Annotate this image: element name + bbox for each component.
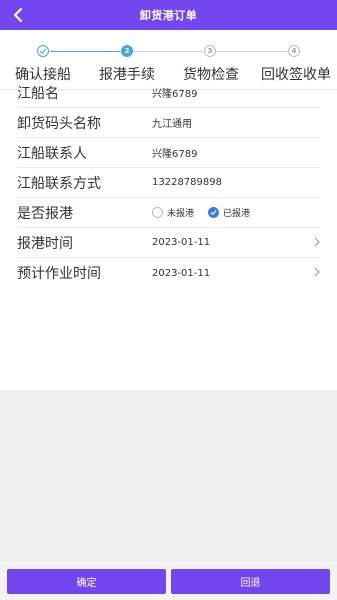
- confirm-button[interactable]: 确定: [7, 569, 166, 594]
- radio-not-reported[interactable]: 未报港: [152, 206, 194, 219]
- report-time-value: 2023-01-11: [152, 237, 211, 248]
- form-row-phone: 江船联系方式 13228789898: [17, 168, 320, 198]
- dock-name-value: 九江通用: [152, 119, 192, 130]
- form-row-ship-name: 江船名 兴隆6789: [17, 78, 320, 108]
- order-form: 江船名 兴隆6789 卸货码头名称 九江通用 江船联系人 兴隆6789 江船联系…: [0, 78, 337, 288]
- ship-name-value: 兴隆6789: [152, 89, 198, 100]
- phone-value: 13228789898: [152, 177, 222, 188]
- ship-name-label: 江船名: [17, 85, 59, 102]
- form-row-contact: 江船联系人 兴隆6789: [17, 138, 320, 168]
- back-button[interactable]: [8, 4, 28, 26]
- chevron-left-icon: [14, 8, 22, 22]
- page-title: 卸货港订单: [139, 9, 198, 22]
- contact-value: 兴隆6789: [152, 149, 198, 160]
- bottom-action-bar: 确定 回退: [0, 562, 337, 600]
- step-2-marker: 2: [121, 45, 133, 57]
- phone-label: 江船联系方式: [17, 175, 101, 192]
- form-row-reported: 是否报港 未报港 已报港: [17, 198, 320, 228]
- step-3-marker: 3: [204, 45, 216, 57]
- chevron-right-icon: [314, 267, 320, 277]
- step-1-check-icon: [37, 45, 49, 57]
- report-time-label: 报港时间: [17, 235, 73, 252]
- radio-unchecked-icon: [152, 207, 163, 218]
- radio-reported-label: 已报港: [223, 209, 251, 219]
- step-connector-1: [50, 51, 120, 52]
- est-time-label: 预计作业时间: [17, 266, 101, 282]
- back-step-button[interactable]: 回退: [171, 569, 330, 594]
- radio-reported[interactable]: 已报港: [208, 206, 250, 219]
- radio-not-reported-label: 未报港: [167, 209, 195, 219]
- form-row-dock-name: 卸货码头名称 九江通用: [17, 108, 320, 138]
- form-row-report-time[interactable]: 报港时间 2023-01-11: [17, 228, 320, 258]
- reported-label: 是否报港: [17, 205, 73, 222]
- contact-label: 江船联系人: [17, 145, 87, 162]
- form-row-est-time[interactable]: 预计作业时间 2023-01-11: [17, 258, 320, 288]
- radio-checked-icon: [208, 207, 220, 218]
- step-connector-3: [216, 51, 287, 52]
- header-bar: 卸货港订单: [0, 0, 337, 30]
- est-time-value: 2023-01-11: [152, 267, 211, 279]
- step-connector-2: [133, 51, 203, 52]
- step-4-marker: 4: [288, 45, 300, 57]
- dock-name-label: 卸货码头名称: [17, 115, 101, 132]
- chevron-right-icon: [314, 237, 320, 247]
